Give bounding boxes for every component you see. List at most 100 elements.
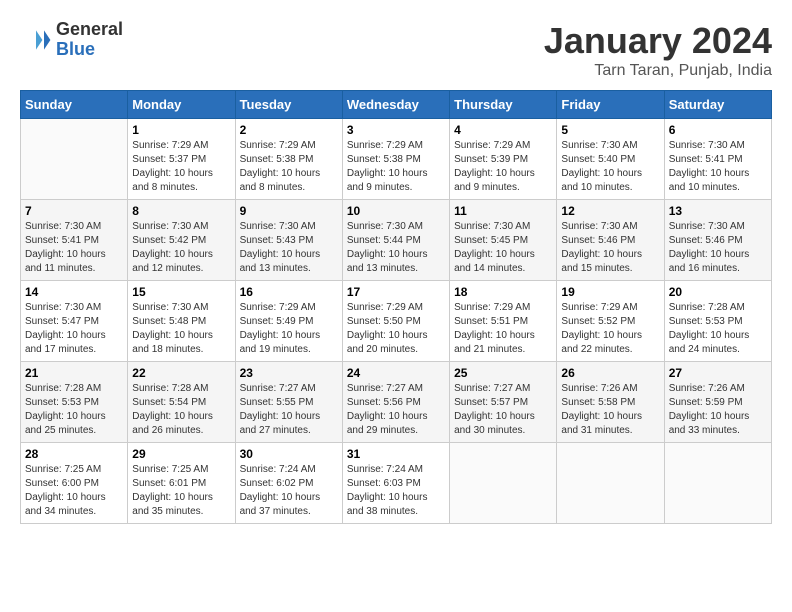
day-info: Sunrise: 7:30 AM Sunset: 5:41 PM Dayligh… — [25, 220, 123, 276]
calendar-cell: 30 Sunrise: 7:24 AM Sunset: 6:02 PM Dayli… — [235, 443, 342, 524]
day-info: Sunrise: 7:30 AM Sunset: 5:42 PM Dayligh… — [132, 220, 230, 276]
calendar-cell: 12 Sunrise: 7:30 AM Sunset: 5:46 PM Dayli… — [557, 200, 664, 281]
logo-general-text: General — [56, 20, 123, 40]
calendar-week-3: 14 Sunrise: 7:30 AM Sunset: 5:47 PM Dayli… — [21, 281, 772, 362]
day-number: 1 — [132, 123, 230, 137]
day-info: Sunrise: 7:30 AM Sunset: 5:48 PM Dayligh… — [132, 301, 230, 357]
day-info: Sunrise: 7:30 AM Sunset: 5:41 PM Dayligh… — [669, 139, 767, 195]
page-header: General Blue January 2024 Tarn Taran, Pu… — [20, 20, 772, 80]
calendar-cell: 1 Sunrise: 7:29 AM Sunset: 5:37 PM Daylig… — [128, 119, 235, 200]
day-number: 31 — [347, 447, 445, 461]
day-number: 21 — [25, 366, 123, 380]
calendar-cell: 9 Sunrise: 7:30 AM Sunset: 5:43 PM Daylig… — [235, 200, 342, 281]
day-info: Sunrise: 7:27 AM Sunset: 5:57 PM Dayligh… — [454, 382, 552, 438]
day-info: Sunrise: 7:29 AM Sunset: 5:52 PM Dayligh… — [561, 301, 659, 357]
logo-text: General Blue — [56, 20, 123, 60]
calendar-cell: 14 Sunrise: 7:30 AM Sunset: 5:47 PM Dayli… — [21, 281, 128, 362]
calendar-cell: 25Sunrise: 7:27 AM Sunset: 5:57 PM Dayli… — [450, 362, 557, 443]
logo-icon — [20, 24, 52, 56]
day-number: 27 — [669, 366, 767, 380]
day-number: 11 — [454, 204, 552, 218]
day-number: 18 — [454, 285, 552, 299]
header-row: Sunday Monday Tuesday Wednesday Thursday… — [21, 91, 772, 119]
day-info: Sunrise: 7:30 AM Sunset: 5:44 PM Dayligh… — [347, 220, 445, 276]
day-number: 8 — [132, 204, 230, 218]
calendar-cell: 21 Sunrise: 7:28 AM Sunset: 5:53 PM Dayli… — [21, 362, 128, 443]
col-monday: Monday — [128, 91, 235, 119]
day-number: 4 — [454, 123, 552, 137]
day-info: Sunrise: 7:26 AM Sunset: 5:59 PM Dayligh… — [669, 382, 767, 438]
col-tuesday: Tuesday — [235, 91, 342, 119]
day-info: Sunrise: 7:24 AM Sunset: 6:02 PM Dayligh… — [240, 463, 338, 519]
day-info: Sunrise: 7:28 AM Sunset: 5:53 PM Dayligh… — [25, 382, 123, 438]
calendar-cell: 17Sunrise: 7:29 AM Sunset: 5:50 PM Dayli… — [342, 281, 449, 362]
day-info: Sunrise: 7:30 AM Sunset: 5:40 PM Dayligh… — [561, 139, 659, 195]
calendar-cell: 18 Sunrise: 7:29 AM Sunset: 5:51 PM Dayli… — [450, 281, 557, 362]
calendar-cell — [21, 119, 128, 200]
day-info: Sunrise: 7:30 AM Sunset: 5:46 PM Dayligh… — [561, 220, 659, 276]
day-info: Sunrise: 7:26 AM Sunset: 5:58 PM Dayligh… — [561, 382, 659, 438]
calendar-cell: 3 Sunrise: 7:29 AM Sunset: 5:38 PM Daylig… — [342, 119, 449, 200]
day-number: 3 — [347, 123, 445, 137]
day-number: 28 — [25, 447, 123, 461]
day-info: Sunrise: 7:27 AM Sunset: 5:55 PM Dayligh… — [240, 382, 338, 438]
calendar-cell: 20 Sunrise: 7:28 AM Sunset: 5:53 PM Dayli… — [664, 281, 771, 362]
day-info: Sunrise: 7:25 AM Sunset: 6:00 PM Dayligh… — [25, 463, 123, 519]
day-info: Sunrise: 7:30 AM Sunset: 5:45 PM Dayligh… — [454, 220, 552, 276]
day-number: 5 — [561, 123, 659, 137]
day-number: 22 — [132, 366, 230, 380]
calendar-cell: 26 Sunrise: 7:26 AM Sunset: 5:58 PM Dayli… — [557, 362, 664, 443]
calendar-week-2: 7 Sunrise: 7:30 AM Sunset: 5:41 PM Daylig… — [21, 200, 772, 281]
calendar-cell: 10 Sunrise: 7:30 AM Sunset: 5:44 PM Dayli… — [342, 200, 449, 281]
calendar-cell: 8 Sunrise: 7:30 AM Sunset: 5:42 PM Daylig… — [128, 200, 235, 281]
calendar-cell: 28 Sunrise: 7:25 AM Sunset: 6:00 PM Dayli… — [21, 443, 128, 524]
day-info: Sunrise: 7:29 AM Sunset: 5:37 PM Dayligh… — [132, 139, 230, 195]
calendar-week-4: 21 Sunrise: 7:28 AM Sunset: 5:53 PM Dayli… — [21, 362, 772, 443]
calendar-week-5: 28 Sunrise: 7:25 AM Sunset: 6:00 PM Dayli… — [21, 443, 772, 524]
calendar-cell: 24 Sunrise: 7:27 AM Sunset: 5:56 PM Dayli… — [342, 362, 449, 443]
calendar-week-1: 1 Sunrise: 7:29 AM Sunset: 5:37 PM Daylig… — [21, 119, 772, 200]
day-info: Sunrise: 7:29 AM Sunset: 5:51 PM Dayligh… — [454, 301, 552, 357]
calendar-cell: 27 Sunrise: 7:26 AM Sunset: 5:59 PM Dayli… — [664, 362, 771, 443]
col-thursday: Thursday — [450, 91, 557, 119]
day-number: 26 — [561, 366, 659, 380]
day-info: Sunrise: 7:30 AM Sunset: 5:46 PM Dayligh… — [669, 220, 767, 276]
month-title: January 2024 — [544, 20, 772, 62]
calendar-cell: 16 Sunrise: 7:29 AM Sunset: 5:49 PM Dayli… — [235, 281, 342, 362]
day-info: Sunrise: 7:30 AM Sunset: 5:43 PM Dayligh… — [240, 220, 338, 276]
calendar-cell: 22Sunrise: 7:28 AM Sunset: 5:54 PM Dayli… — [128, 362, 235, 443]
day-number: 15 — [132, 285, 230, 299]
location: Tarn Taran, Punjab, India — [544, 62, 772, 80]
day-number: 23 — [240, 366, 338, 380]
calendar-body: 1 Sunrise: 7:29 AM Sunset: 5:37 PM Daylig… — [21, 119, 772, 524]
day-number: 14 — [25, 285, 123, 299]
day-info: Sunrise: 7:29 AM Sunset: 5:38 PM Dayligh… — [240, 139, 338, 195]
day-info: Sunrise: 7:27 AM Sunset: 5:56 PM Dayligh… — [347, 382, 445, 438]
day-info: Sunrise: 7:29 AM Sunset: 5:38 PM Dayligh… — [347, 139, 445, 195]
day-number: 16 — [240, 285, 338, 299]
calendar-cell: 13Sunrise: 7:30 AM Sunset: 5:46 PM Dayli… — [664, 200, 771, 281]
day-number: 10 — [347, 204, 445, 218]
day-number: 30 — [240, 447, 338, 461]
day-number: 9 — [240, 204, 338, 218]
day-info: Sunrise: 7:29 AM Sunset: 5:49 PM Dayligh… — [240, 301, 338, 357]
day-info: Sunrise: 7:29 AM Sunset: 5:39 PM Dayligh… — [454, 139, 552, 195]
day-info: Sunrise: 7:28 AM Sunset: 5:53 PM Dayligh… — [669, 301, 767, 357]
day-number: 29 — [132, 447, 230, 461]
day-info: Sunrise: 7:30 AM Sunset: 5:47 PM Dayligh… — [25, 301, 123, 357]
calendar-cell: 4 Sunrise: 7:29 AM Sunset: 5:39 PM Daylig… — [450, 119, 557, 200]
logo: General Blue — [20, 20, 123, 60]
calendar-cell: 6 Sunrise: 7:30 AM Sunset: 5:41 PM Daylig… — [664, 119, 771, 200]
calendar-cell: 11 Sunrise: 7:30 AM Sunset: 5:45 PM Dayli… — [450, 200, 557, 281]
calendar-cell: 7 Sunrise: 7:30 AM Sunset: 5:41 PM Daylig… — [21, 200, 128, 281]
day-number: 6 — [669, 123, 767, 137]
day-number: 24 — [347, 366, 445, 380]
col-sunday: Sunday — [21, 91, 128, 119]
day-info: Sunrise: 7:29 AM Sunset: 5:50 PM Dayligh… — [347, 301, 445, 357]
day-number: 19 — [561, 285, 659, 299]
day-number: 7 — [25, 204, 123, 218]
calendar-header: Sunday Monday Tuesday Wednesday Thursday… — [21, 91, 772, 119]
day-number: 20 — [669, 285, 767, 299]
day-number: 12 — [561, 204, 659, 218]
calendar-cell — [557, 443, 664, 524]
